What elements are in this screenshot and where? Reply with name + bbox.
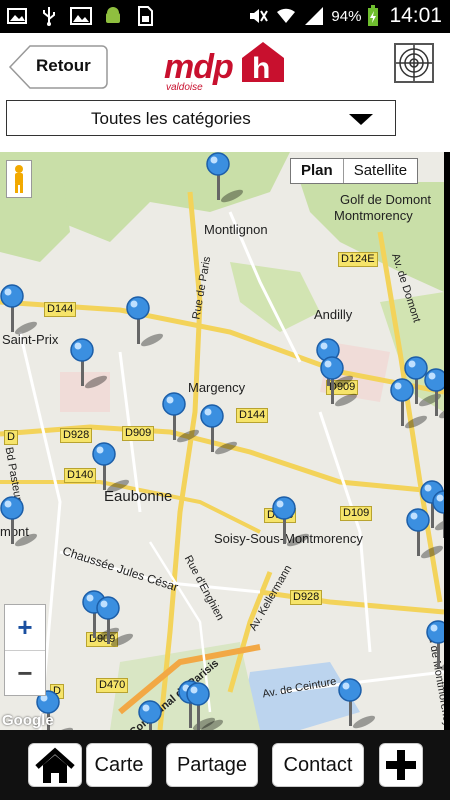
map-marker-pin[interactable]	[0, 496, 40, 556]
road-sign: D928	[60, 428, 93, 443]
carte-button[interactable]: Carte	[86, 743, 152, 787]
home-button[interactable]	[28, 743, 82, 787]
usb-icon	[43, 7, 55, 26]
battery-charging-icon	[368, 5, 379, 26]
map-marker-pin[interactable]	[206, 152, 246, 212]
map-marker-pin[interactable]	[162, 392, 202, 452]
map-marker-pin[interactable]	[200, 404, 240, 464]
pegman-icon	[15, 165, 23, 193]
logo-mark-letter: h	[252, 52, 270, 84]
zoom-in-button[interactable]: +	[5, 605, 45, 651]
mute-icon	[250, 9, 269, 23]
sim-icon	[138, 6, 153, 26]
dropdown-arrow-icon	[349, 114, 373, 125]
map-marker-pin[interactable]	[320, 356, 360, 416]
road-sign: D470	[96, 678, 129, 693]
road-sign: D909	[122, 426, 155, 441]
battery-percent: 94%	[331, 7, 362, 25]
add-button[interactable]	[379, 743, 423, 787]
category-bar: Toutes les catégories	[0, 100, 450, 152]
map-marker-pin[interactable]	[186, 682, 226, 730]
place-label: Montmorency	[334, 208, 413, 223]
category-selected: Toutes les catégories	[91, 109, 251, 128]
plus-icon	[386, 750, 416, 780]
bottom-toolbar: Carte Partage Contact	[0, 730, 450, 800]
map-marker-pin[interactable]	[272, 496, 312, 556]
partage-label: Partage	[176, 754, 248, 776]
category-dropdown[interactable]: Toutes les catégories	[6, 100, 396, 136]
android-icon	[106, 7, 120, 23]
back-label: Retour	[36, 56, 91, 75]
image-icon	[70, 7, 92, 25]
clock: 14:01	[389, 4, 442, 27]
road-sign: D928	[290, 590, 323, 605]
map-marker-pin[interactable]	[138, 700, 178, 730]
map-marker-pin[interactable]	[424, 368, 444, 428]
zoom-control: + −	[4, 604, 46, 696]
map-type-plan-button[interactable]: Plan	[291, 159, 344, 183]
locate-button[interactable]	[394, 43, 434, 83]
logo-house-mark: h	[242, 42, 284, 84]
road-sign: D	[4, 430, 18, 445]
map-marker-pin[interactable]	[426, 620, 444, 680]
place-label: Andilly	[314, 307, 353, 322]
road-sign: D109	[340, 506, 373, 521]
map-marker-pin[interactable]	[96, 596, 136, 656]
map-type-satellite-button[interactable]: Satellite	[344, 159, 417, 183]
wifi-icon	[277, 8, 296, 23]
place-label: Montlignon	[204, 222, 268, 237]
map-view[interactable]: Montlignon Golf de Domont Montmorency Sa…	[0, 152, 444, 730]
map-marker-pin[interactable]	[432, 490, 444, 550]
app-header: Retour mdp valdoise h	[0, 33, 450, 100]
crosshair-icon	[396, 45, 432, 81]
map-marker-pin[interactable]	[0, 284, 40, 344]
road-sign: D144	[44, 302, 77, 317]
signal-icon	[305, 7, 324, 25]
app-logo: mdp valdoise h	[164, 38, 290, 96]
map-marker-pin[interactable]	[126, 296, 166, 356]
place-label: Golf de Domont	[340, 192, 432, 207]
gallery-notification-icon	[7, 8, 27, 24]
google-attribution: Google	[2, 712, 54, 729]
logo-subtext: valdoise	[166, 82, 203, 93]
map-marker-pin[interactable]	[92, 442, 132, 502]
contact-button[interactable]: Contact	[272, 743, 364, 787]
carte-label: Carte	[94, 754, 144, 776]
road-sign: D144	[236, 408, 269, 423]
street-view-pegman[interactable]	[6, 160, 32, 198]
contact-label: Contact	[283, 754, 353, 776]
partage-button[interactable]: Partage	[166, 743, 258, 787]
home-icon	[35, 747, 75, 783]
map-marker-pin[interactable]	[338, 678, 378, 730]
back-button[interactable]: Retour	[8, 45, 108, 89]
zoom-out-button[interactable]: −	[5, 651, 45, 697]
status-bar: 94% 14:01	[0, 0, 450, 33]
map-type-control: Plan Satellite	[290, 158, 419, 184]
map-marker-pin[interactable]	[70, 338, 110, 398]
road-sign: D124E	[338, 252, 378, 267]
